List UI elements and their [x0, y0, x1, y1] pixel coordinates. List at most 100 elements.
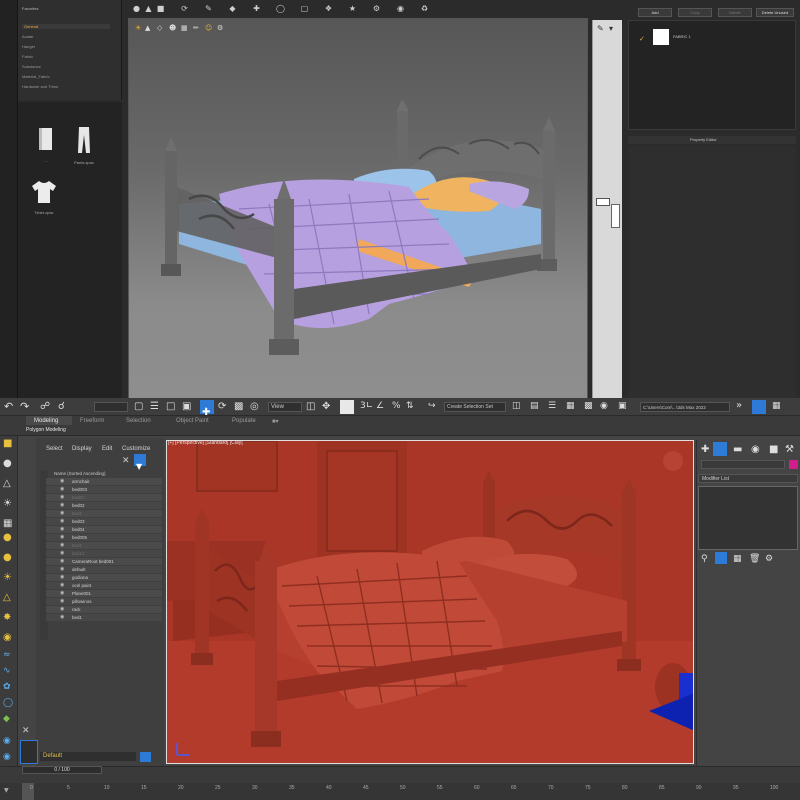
library-item[interactable]: Pants.zpac [70, 126, 98, 165]
visibility-eye-icon[interactable]: ◉ [60, 607, 65, 612]
schematic-view-icon[interactable]: ▩ [584, 401, 593, 411]
unique-icon[interactable]: ▦ [733, 554, 742, 564]
layer-manager-button[interactable] [140, 752, 151, 762]
menu-display[interactable]: Display [72, 446, 92, 452]
table-row[interactable]: ◉ bed1 [46, 542, 162, 549]
modifier-stack[interactable] [698, 486, 798, 550]
undo-icon[interactable]: ↶ [4, 400, 13, 413]
table-row[interactable]: ◉ Plane001 [46, 590, 162, 597]
visibility-eye-icon[interactable]: ◉ [60, 599, 65, 604]
pin-stack-icon[interactable]: ⚲ [701, 554, 708, 564]
wave-icon[interactable]: ≈ [3, 650, 11, 660]
visibility-eye-icon[interactable]: ◉ [60, 535, 65, 540]
remove-modifier-icon[interactable]: 🗑 [749, 554, 760, 564]
material-editor-icon[interactable]: ◉ [600, 401, 608, 411]
scene-icon[interactable]: ◉ [3, 736, 11, 746]
table-row[interactable]: ◉ bed12 [46, 550, 162, 557]
layer-dropdown[interactable]: Default [40, 752, 136, 761]
table-row[interactable]: ◉ bed03 [46, 518, 162, 525]
helpers-icon[interactable]: △ [3, 592, 11, 603]
shapes-icon[interactable]: △ [3, 478, 11, 489]
named-selection-set-dropdown[interactable]: Create Selection Set [444, 402, 506, 412]
render-setup-icon[interactable]: ▣ [618, 401, 627, 411]
tool-icon[interactable]: ♻ [420, 4, 429, 13]
table-row[interactable]: ◉ ocel paint [46, 582, 162, 589]
visibility-eye-icon[interactable]: ◉ [60, 511, 65, 516]
double-chevron-icon[interactable]: » [736, 400, 742, 411]
teapot-icon[interactable]: ● [3, 532, 12, 543]
link-icon[interactable]: ☍ [40, 401, 50, 412]
library-tree-item[interactable]: Avatar [22, 34, 34, 39]
table-row[interactable]: ◉ armchair [46, 478, 162, 485]
table-row[interactable]: ◉ pillowinos [46, 598, 162, 605]
layer-explorer-icon[interactable]: ☰ [548, 401, 556, 411]
visibility-eye-icon[interactable]: ◉ [60, 495, 65, 500]
unlink-icon[interactable]: ☌ [58, 401, 65, 412]
ribbon-options-icon[interactable]: ■▾ [272, 418, 279, 425]
object-item-label[interactable]: FABRIC 1 [673, 34, 691, 39]
table-row[interactable]: ◉ CameraRoot bed001 [46, 558, 162, 565]
panel-toggle-button[interactable] [596, 198, 610, 206]
fabric-swatch[interactable] [653, 29, 669, 45]
visibility-eye-icon[interactable]: ◉ [60, 551, 65, 556]
close-icon[interactable]: ✕ [122, 456, 130, 466]
rect-select-icon[interactable]: □ [166, 401, 175, 412]
visibility-eye-icon[interactable]: ◉ [60, 575, 65, 580]
pen-icon[interactable]: ✎ [597, 24, 604, 33]
tab-modeling[interactable]: Modeling [34, 418, 58, 424]
hierarchy-tab-icon[interactable]: ▬ [733, 444, 742, 455]
cameras-icon[interactable]: ▦ [3, 518, 12, 529]
window-crossing-icon[interactable]: ▣ [182, 401, 191, 412]
select-by-name-icon[interactable]: ☰ [150, 401, 159, 412]
link-icon[interactable]: ∿ [3, 666, 11, 676]
display-tab-icon[interactable]: ■ [769, 444, 778, 455]
visibility-eye-icon[interactable]: ◉ [60, 591, 65, 596]
library-tree-item[interactable]: Hanger [22, 44, 35, 49]
table-row[interactable]: ◉ bed04 [46, 526, 162, 533]
table-row[interactable]: ◉ godiona [46, 574, 162, 581]
redo-icon[interactable]: ↷ [20, 400, 29, 413]
library-tree-item[interactable]: Hardware and Trims [22, 84, 58, 89]
time-slider[interactable]: ▼ [0, 766, 800, 800]
tab-selection[interactable]: Selection [126, 418, 151, 424]
tool-icon[interactable]: ❖ [324, 4, 333, 13]
tool-icon[interactable]: ✎ [204, 4, 213, 13]
frame-counter[interactable]: 0 / 100 [22, 766, 102, 774]
table-row[interactable]: ◉ bed1 [46, 510, 162, 517]
table-row[interactable]: ◉ bed02 [46, 502, 162, 509]
modifier-list-dropdown[interactable]: Modifier List [698, 474, 798, 483]
table-row[interactable]: ◉ bed005 [46, 534, 162, 541]
sun-icon[interactable]: ☀ [3, 572, 12, 583]
column-header-name[interactable]: Name (Sorted Ascending) [54, 471, 106, 476]
visibility-eye-icon[interactable]: ◉ [60, 487, 65, 492]
edit-named-sel-icon[interactable]: ↪ [428, 401, 436, 411]
pivot-icon[interactable]: ◫ [306, 401, 315, 412]
visibility-eye-icon[interactable]: ◉ [60, 503, 65, 508]
visibility-eye-icon[interactable]: ◉ [60, 615, 65, 620]
object-color-swatch[interactable] [789, 460, 798, 469]
scale-icon[interactable]: ▩ [234, 401, 243, 412]
configure-icon[interactable]: ⚙ [765, 554, 773, 564]
tool-icon[interactable]: ◉ [396, 4, 405, 13]
select-manipulate-icon[interactable]: ✥ [322, 401, 330, 412]
table-row[interactable]: ◉ bed003 [46, 486, 162, 493]
table-row[interactable]: ◉ bed01 [46, 494, 162, 501]
visibility-eye-icon[interactable]: ◉ [60, 479, 65, 484]
viewport-perspective[interactable] [166, 440, 694, 764]
library-tree-item[interactable]: Substance [22, 64, 41, 69]
viewport-3d[interactable]: ☀ ▲ ◇ ☻ ▦ ✏ ☺ ⚙ [128, 18, 588, 400]
delete-button[interactable]: Delete [718, 8, 752, 17]
percent-snap-icon[interactable]: % [392, 401, 401, 411]
library-tree-item[interactable]: Material_Fabric [22, 74, 50, 79]
delete-unused-button[interactable]: Delete Unused [756, 8, 794, 17]
object-name-field[interactable] [701, 460, 785, 469]
display-icon[interactable]: ◉ [3, 752, 11, 762]
project-path-field[interactable]: C:\Users\Com\...\3ds Max 2022 [640, 402, 730, 412]
scene-explorer-toggle[interactable] [20, 740, 38, 764]
visibility-eye-icon[interactable]: ◉ [60, 543, 65, 548]
lights-icon[interactable]: ☀ [3, 498, 12, 509]
keyboard-shortcut-toggle[interactable] [340, 400, 354, 414]
tab-object-paint[interactable]: Object Paint [176, 418, 209, 424]
viewport-label[interactable]: [+] [Perspective] [Standard] [Clay] [168, 440, 243, 446]
visibility-eye-icon[interactable]: ◉ [60, 527, 65, 532]
